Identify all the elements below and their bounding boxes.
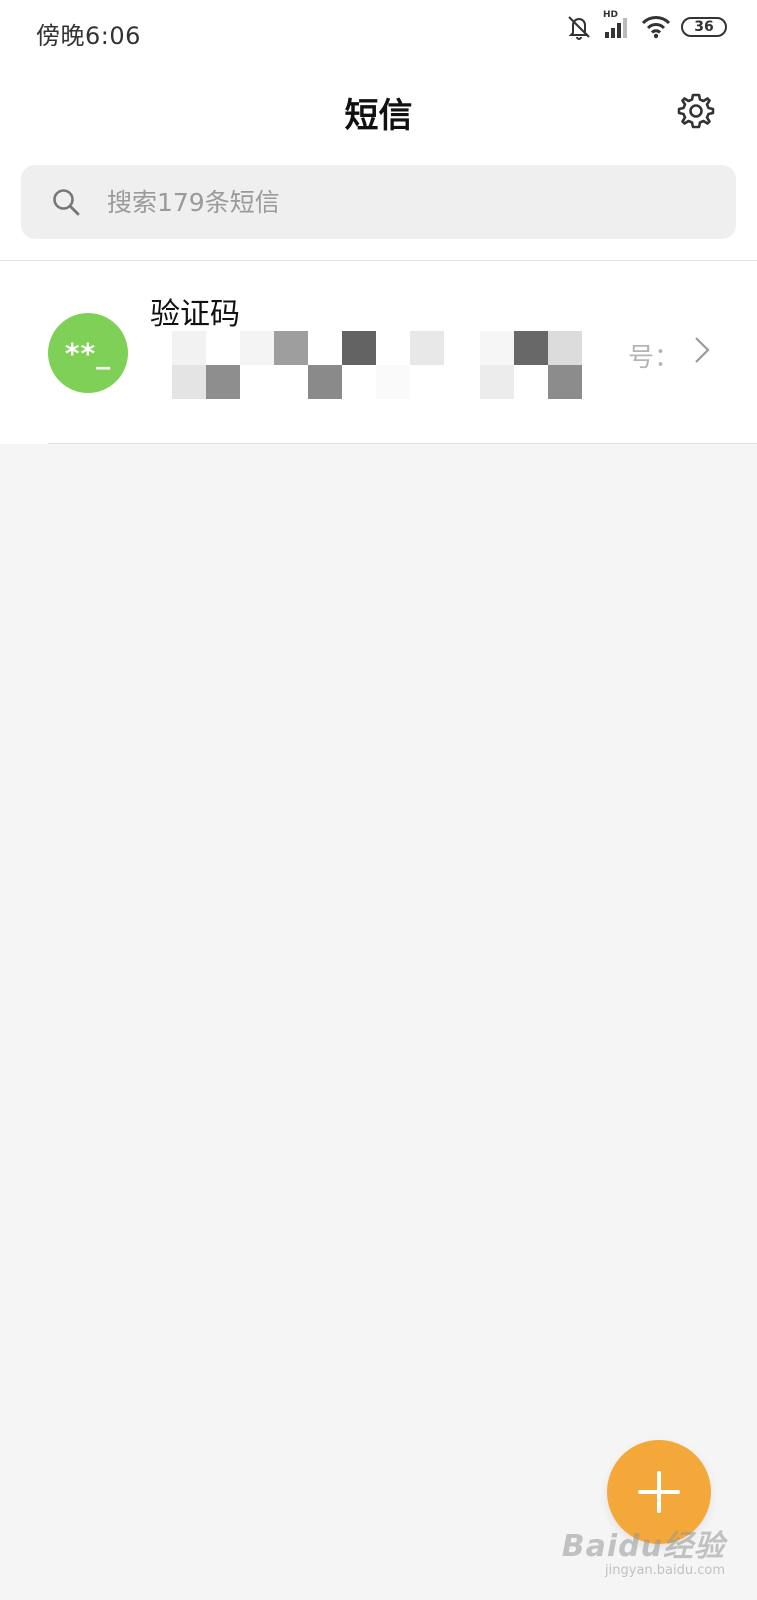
signal-hd-label: HD [603, 10, 619, 20]
preview-fragment: 号： [627, 343, 680, 373]
new-message-button[interactable] [607, 1440, 711, 1544]
conversation-divider [48, 443, 757, 444]
plus-icon [638, 1471, 680, 1513]
search-bar[interactable] [21, 165, 736, 239]
conversation-preview: 号： [150, 331, 680, 411]
chevron-right-icon [691, 333, 713, 367]
gear-icon [677, 93, 715, 129]
avatar: **_ [48, 313, 128, 393]
conversation-item[interactable]: **_ 验证码 号： [0, 261, 757, 444]
settings-button[interactable] [675, 90, 717, 132]
status-time: 傍晚6:06 [36, 22, 141, 50]
battery-level: 36 [694, 19, 714, 35]
battery-icon: 36 [681, 17, 727, 37]
bell-muted-icon [565, 14, 593, 40]
search-icon [49, 185, 83, 219]
conversation-name: 验证码 [150, 297, 240, 332]
search-input[interactable] [107, 187, 667, 217]
blurred-preview-mosaic [172, 331, 582, 399]
watermark-subtext: jingyan.baidu.com [605, 1563, 725, 1578]
status-icons: HD 36 [565, 10, 727, 40]
top-area: 傍晚6:06 HD 36 短信 搜索179条短信 [0, 0, 757, 260]
signal-icon: HD [603, 10, 631, 40]
page-title: 短信 [344, 96, 413, 136]
wifi-icon [641, 15, 671, 39]
